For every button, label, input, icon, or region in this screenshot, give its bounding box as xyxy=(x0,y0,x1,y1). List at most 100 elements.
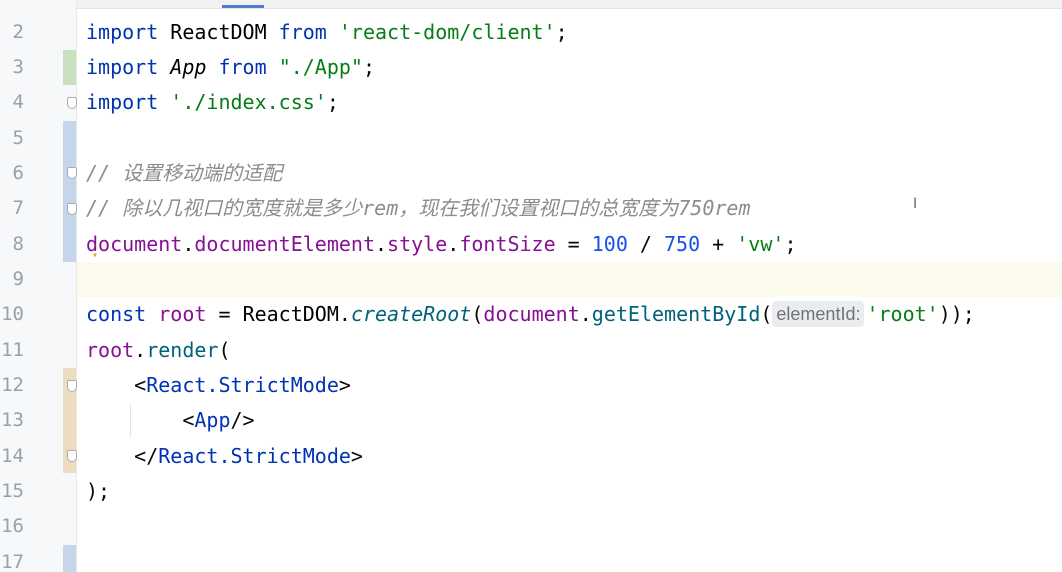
mouse-ibeam-cursor-icon: I xyxy=(913,196,918,212)
line-number: 13 xyxy=(1,409,24,431)
operator-token: = xyxy=(206,302,243,326)
punctuation-token: < xyxy=(134,373,147,397)
code-line-15[interactable]: ); xyxy=(86,474,110,509)
punctuation-token: </ xyxy=(134,444,159,468)
identifier-token: document xyxy=(86,232,183,256)
string-token: 'react-dom/client' xyxy=(338,20,556,44)
code-line-2[interactable]: import ReactDOM from 'react-dom/client'; xyxy=(86,15,568,50)
punctuation-token: < xyxy=(182,408,195,432)
line-number: 5 xyxy=(12,127,24,149)
current-line-highlight xyxy=(77,262,1062,297)
punctuation-token: ; xyxy=(326,90,339,114)
string-token: 'vw' xyxy=(736,232,785,256)
string-token: "./App" xyxy=(278,55,363,79)
punctuation-token: ; xyxy=(555,20,568,44)
code-editor[interactable]: 2 3 4 5 6 7 8 9 10 11 12 13 14 15 16 17 … xyxy=(0,0,1062,572)
intention-bulb-icon[interactable]: ▾ xyxy=(92,251,100,261)
line-number: 2 xyxy=(12,21,24,43)
punctuation-token: ); xyxy=(86,479,111,503)
comment-token: // xyxy=(86,196,111,220)
identifier-token: root xyxy=(86,338,135,362)
fold-end-icon[interactable] xyxy=(67,450,77,462)
punctuation-token: . xyxy=(134,338,147,362)
identifier-token: ReactDOM xyxy=(170,20,267,44)
line-number: 17 xyxy=(1,551,24,572)
identifier-token: ReactDOM xyxy=(242,302,339,326)
punctuation-token: /> xyxy=(230,408,255,432)
keyword-token: from xyxy=(218,55,267,79)
comment-token: 设置移动端的适配 xyxy=(122,161,283,185)
code-line-4[interactable]: import './index.css'; xyxy=(86,85,339,120)
identifier-token: document xyxy=(483,302,580,326)
punctuation-token: . xyxy=(338,302,351,326)
property-token: style xyxy=(387,232,448,256)
punctuation-token: ( xyxy=(471,302,484,326)
punctuation-token: ( xyxy=(218,338,231,362)
property-token: documentElement xyxy=(194,232,375,256)
line-number: 10 xyxy=(1,303,24,325)
jsx-tag-token: React.StrictMode xyxy=(146,373,339,397)
operator-token: / xyxy=(627,232,665,256)
punctuation-token: ( xyxy=(760,302,773,326)
line-number: 9 xyxy=(12,268,24,290)
code-line-6[interactable]: // 设置移动端的适配 xyxy=(86,156,282,191)
line-number: 16 xyxy=(1,515,24,537)
keyword-token: import xyxy=(86,55,159,79)
operator-token: + xyxy=(700,232,737,256)
line-number: 4 xyxy=(12,91,24,113)
function-token: getElementById xyxy=(591,302,761,326)
code-line-7[interactable]: // 除以几视口的宽度就是多少rem，现在我们设置视口的总宽度为750rem xyxy=(86,191,751,226)
code-line-10[interactable]: const root = ReactDOM.createRoot(documen… xyxy=(86,297,975,332)
vcs-modified-marker[interactable] xyxy=(63,545,76,572)
punctuation-token: . xyxy=(375,232,388,256)
keyword-token: import xyxy=(86,20,159,44)
punctuation-token: )); xyxy=(938,302,975,326)
code-line-11[interactable]: root.render( xyxy=(86,333,231,368)
punctuation-token: . xyxy=(182,232,195,256)
identifier-token: App xyxy=(170,55,207,79)
keyword-token: from xyxy=(278,20,327,44)
code-line-8[interactable]: document.documentElement.style.fontSize … xyxy=(86,227,796,262)
function-token: render xyxy=(146,338,219,362)
punctuation-token: . xyxy=(579,302,592,326)
function-token: createRoot xyxy=(350,302,472,326)
comment-token: rem xyxy=(362,196,399,220)
punctuation-token: ; xyxy=(784,232,797,256)
jsx-tag-token: App xyxy=(194,408,231,432)
keyword-token: const xyxy=(86,302,147,326)
number-token: 100 xyxy=(591,232,628,256)
parameter-hint: elementId: xyxy=(772,301,865,327)
punctuation-token: > xyxy=(350,444,363,468)
line-number: 8 xyxy=(12,233,24,255)
line-number: 12 xyxy=(1,374,24,396)
string-token: './index.css' xyxy=(170,90,327,114)
line-number: 14 xyxy=(1,445,24,467)
line-number: 3 xyxy=(12,56,24,78)
code-line-13[interactable]: <App/> xyxy=(86,403,255,438)
line-number: 7 xyxy=(12,197,24,219)
line-number-gutter[interactable]: 2 3 4 5 6 7 8 9 10 11 12 13 14 15 16 17 xyxy=(0,0,77,572)
line-number: 15 xyxy=(1,480,24,502)
vcs-added-marker[interactable] xyxy=(63,50,76,85)
identifier-token: root xyxy=(158,302,207,326)
fold-start-icon[interactable] xyxy=(67,167,77,179)
keyword-token: import xyxy=(86,90,159,114)
comment-token: 750rem xyxy=(678,196,751,220)
line-number: 11 xyxy=(1,339,24,361)
editor-tab-strip xyxy=(0,0,1062,9)
string-token: 'root' xyxy=(866,302,939,326)
operator-token: = xyxy=(555,232,592,256)
punctuation-token: ; xyxy=(362,55,376,79)
fold-start-icon[interactable] xyxy=(67,380,77,392)
line-number: 6 xyxy=(12,162,24,184)
fold-end-icon[interactable] xyxy=(67,97,77,109)
punctuation-token: . xyxy=(447,232,460,256)
code-line-3[interactable]: import App from "./App"; xyxy=(86,50,375,85)
code-line-12[interactable]: <React.StrictMode> xyxy=(86,368,351,403)
vcs-modified-marker[interactable] xyxy=(63,121,76,262)
punctuation-token: > xyxy=(338,373,351,397)
comment-token: ，现在我们设置视口的总宽度为 xyxy=(398,196,679,220)
code-line-14[interactable]: </React.StrictMode> xyxy=(86,439,363,474)
comment-token: // xyxy=(86,161,111,185)
fold-end-icon[interactable] xyxy=(67,203,77,215)
